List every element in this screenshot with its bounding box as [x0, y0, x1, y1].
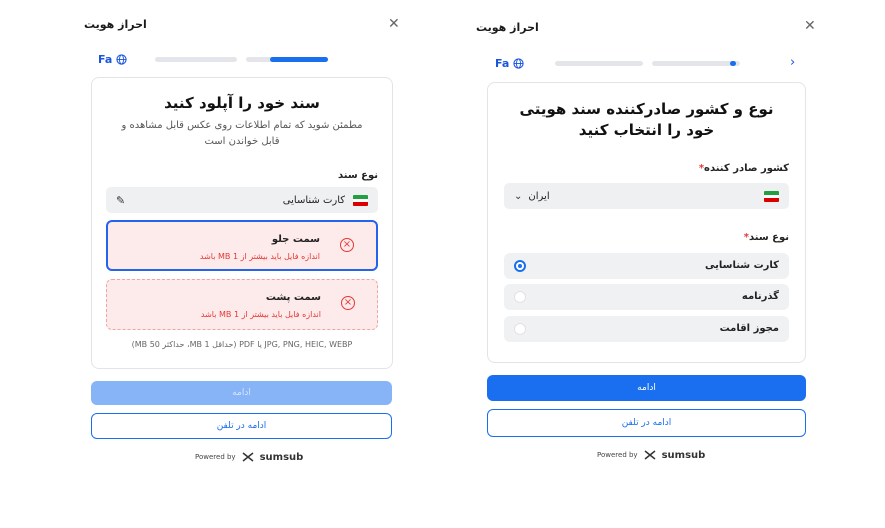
language-label: Fa [98, 53, 113, 66]
brand-name: sumsub [661, 449, 706, 461]
close-icon[interactable]: ✕ [804, 19, 816, 33]
option-label: گذرنامه [741, 291, 779, 302]
upload-front-side[interactable]: سمت جلو اندازه فایل باید بیشتر از 1 MB ب… [106, 220, 378, 271]
option-label: کارت شناسایی [705, 260, 779, 271]
progress-step-2 [246, 57, 328, 62]
radio-unselected[interactable] [514, 291, 526, 303]
globe-icon [513, 58, 524, 69]
chevron-down-icon: ⌄ [514, 190, 523, 202]
page-heading: سند خود را آپلود کنید [164, 94, 320, 112]
powered-by-text: Powered by [597, 451, 638, 459]
edit-pencil-icon[interactable]: ✎ [116, 194, 125, 207]
language-switcher[interactable]: Fa [98, 53, 127, 66]
close-icon[interactable]: ✕ [388, 17, 400, 31]
continue-on-phone-button[interactable]: ادامه در تلفن [91, 413, 392, 439]
sumsub-logo-icon [242, 452, 254, 462]
progress-step-1 [555, 61, 643, 66]
select-document-panel: احراز هویت ✕ Fa › نوع و کشور صادرکننده س… [470, 0, 820, 528]
globe-icon [116, 54, 127, 65]
doc-type-value: کارت شناسایی [282, 194, 345, 206]
radio-unselected[interactable] [514, 323, 526, 335]
option-residence-permit[interactable]: مجوز اقامت [504, 316, 789, 342]
country-value: ایران [528, 190, 550, 202]
sumsub-logo-icon [644, 450, 656, 460]
page-heading: نوع و کشور صادرکننده سند هویتی خود را ان… [519, 100, 774, 139]
front-side-error: اندازه فایل باید بیشتر از 1 MB باشد [199, 252, 320, 261]
country-select[interactable]: ایران ⌄ [504, 183, 789, 209]
iran-flag-icon [353, 194, 368, 206]
option-label: مجوز اقامت [719, 323, 779, 334]
upload-document-panel: احراز هویت ✕ Fa سند خود را آپلود کنید مط… [70, 0, 410, 528]
language-label: Fa [495, 57, 510, 70]
doc-type-select[interactable]: کارت شناسایی ✎ [106, 187, 378, 213]
continue-button[interactable]: ادامه [487, 375, 806, 401]
radio-selected[interactable] [514, 260, 526, 272]
powered-by: Powered by sumsub [597, 449, 705, 461]
instructions-text: مطمئن شوید که تمام اطلاعات روی عکس قابل … [121, 120, 363, 147]
back-side-error: اندازه فایل باید بیشتر از 1 MB باشد [200, 310, 321, 319]
doc-type-label: نوع سند* [743, 232, 789, 243]
continue-button[interactable]: ادامه [91, 381, 392, 405]
country-label-text: کشور صادر کننده [704, 163, 789, 174]
option-passport[interactable]: گذرنامه [504, 284, 789, 310]
upload-card: سند خود را آپلود کنید مطمئن شوید که تمام… [91, 77, 393, 369]
upload-back-side[interactable]: سمت پشت اندازه فایل باید بیشتر از 1 MB ب… [106, 279, 378, 330]
doc-type-label: نوع سند [337, 170, 378, 181]
panel-title: احراز هویت [84, 18, 147, 31]
country-label: کشور صادر کننده* [698, 163, 789, 174]
error-x-icon: × [340, 238, 354, 252]
iran-flag-icon [764, 190, 779, 202]
continue-on-phone-button[interactable]: ادامه در تلفن [487, 409, 806, 437]
back-side-title: سمت پشت [265, 292, 321, 303]
error-x-icon: × [341, 296, 355, 310]
progress-step-1 [155, 57, 237, 62]
select-card: نوع و کشور صادرکننده سند هویتی خود را ان… [487, 82, 806, 363]
brand-name: sumsub [259, 451, 304, 463]
powered-by: Powered by sumsub [195, 451, 303, 463]
option-id-card[interactable]: کارت شناسایی [504, 253, 789, 279]
powered-by-text: Powered by [195, 453, 236, 461]
front-side-title: سمت جلو [271, 234, 320, 245]
language-switcher[interactable]: Fa [495, 57, 524, 70]
doc-type-label-text: نوع سند [748, 232, 789, 243]
progress-step-2 [652, 61, 740, 66]
chevron-right-icon[interactable]: › [790, 55, 795, 70]
panel-title: احراز هویت [476, 21, 539, 34]
accepted-formats: JPG, PNG, HEIC, WEBP یا PDF (حداقل 1 MB،… [131, 340, 353, 349]
